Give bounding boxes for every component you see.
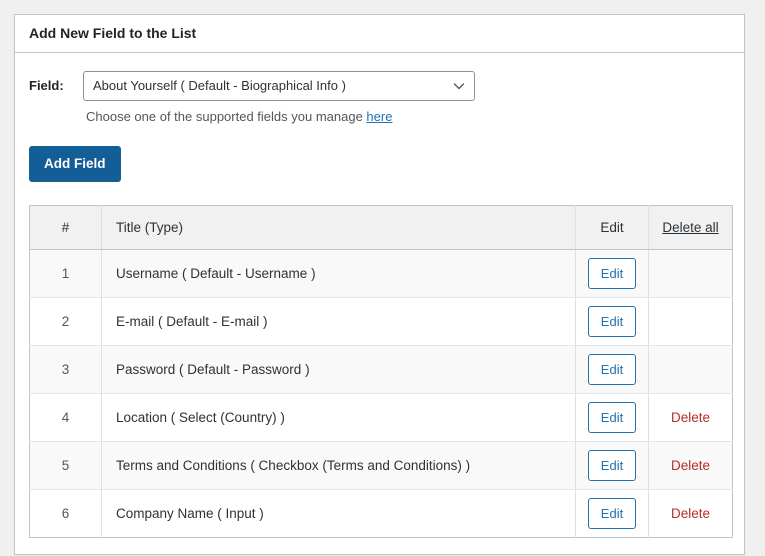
delete-all-link[interactable]: Delete all: [662, 220, 718, 235]
fields-table-body: 1 Username ( Default - Username ) Edit 2…: [29, 249, 733, 538]
row-delete-cell: [648, 249, 733, 298]
add-field-button[interactable]: Add Field: [29, 146, 121, 182]
delete-link[interactable]: Delete: [671, 506, 710, 521]
row-delete-cell: Delete: [648, 441, 733, 490]
row-edit-cell: Edit: [575, 249, 649, 298]
field-select-row: Field: About Yourself ( Default - Biogra…: [29, 71, 730, 126]
row-title: Company Name ( Input ): [101, 489, 576, 538]
row-title: E-mail ( Default - E-mail ): [101, 297, 576, 346]
table-row: 4 Location ( Select (Country) ) Edit Del…: [29, 393, 733, 442]
row-title: Location ( Select (Country) ): [101, 393, 576, 442]
row-number: 2: [29, 297, 102, 346]
row-number: 5: [29, 441, 102, 490]
row-delete-cell: [648, 345, 733, 394]
field-help-prefix: Choose one of the supported fields you m…: [86, 109, 367, 124]
edit-button[interactable]: Edit: [587, 353, 637, 385]
row-delete-cell: Delete: [648, 489, 733, 538]
field-label: Field:: [29, 78, 64, 93]
row-number: 3: [29, 345, 102, 394]
edit-button[interactable]: Edit: [587, 401, 637, 433]
column-header-edit: Edit: [575, 205, 649, 250]
row-edit-cell: Edit: [575, 345, 649, 394]
table-row: 2 E-mail ( Default - E-mail ) Edit: [29, 297, 733, 346]
panel-header: Add New Field to the List: [15, 15, 744, 53]
table-header-row: # Title (Type) Edit Delete all: [29, 205, 733, 250]
add-field-panel: Add New Field to the List Field: About Y…: [14, 14, 745, 555]
column-header-title: Title (Type): [101, 205, 576, 250]
edit-button[interactable]: Edit: [587, 497, 637, 529]
page-title: Add New Field to the List: [29, 24, 197, 41]
row-edit-cell: Edit: [575, 393, 649, 442]
row-number: 6: [29, 489, 102, 538]
row-edit-cell: Edit: [575, 297, 649, 346]
field-select-value[interactable]: About Yourself ( Default - Biographical …: [83, 71, 475, 101]
field-help-text: Choose one of the supported fields you m…: [83, 108, 730, 126]
row-delete-cell: [648, 297, 733, 346]
table-row: 1 Username ( Default - Username ) Edit: [29, 249, 733, 298]
row-title: Username ( Default - Username ): [101, 249, 576, 298]
field-control: About Yourself ( Default - Biographical …: [83, 71, 730, 126]
delete-link[interactable]: Delete: [671, 458, 710, 473]
field-select[interactable]: About Yourself ( Default - Biographical …: [83, 71, 475, 101]
fields-table-head: # Title (Type) Edit Delete all: [29, 205, 733, 250]
table-row: 6 Company Name ( Input ) Edit Delete: [29, 489, 733, 538]
column-header-number: #: [29, 205, 102, 250]
manage-fields-link[interactable]: here: [366, 109, 392, 124]
row-number: 1: [29, 249, 102, 298]
table-row: 5 Terms and Conditions ( Checkbox (Terms…: [29, 441, 733, 490]
edit-button[interactable]: Edit: [587, 257, 637, 289]
table-row: 3 Password ( Default - Password ) Edit: [29, 345, 733, 394]
edit-button[interactable]: Edit: [587, 449, 637, 481]
row-title: Password ( Default - Password ): [101, 345, 576, 394]
row-edit-cell: Edit: [575, 441, 649, 490]
delete-link[interactable]: Delete: [671, 410, 710, 425]
row-delete-cell: Delete: [648, 393, 733, 442]
row-title: Terms and Conditions ( Checkbox (Terms a…: [101, 441, 576, 490]
row-edit-cell: Edit: [575, 489, 649, 538]
row-number: 4: [29, 393, 102, 442]
edit-button[interactable]: Edit: [587, 305, 637, 337]
panel-body: Field: About Yourself ( Default - Biogra…: [15, 53, 744, 554]
fields-table: # Title (Type) Edit Delete all 1 Usernam…: [29, 204, 733, 538]
column-header-delete-all: Delete all: [648, 205, 733, 250]
